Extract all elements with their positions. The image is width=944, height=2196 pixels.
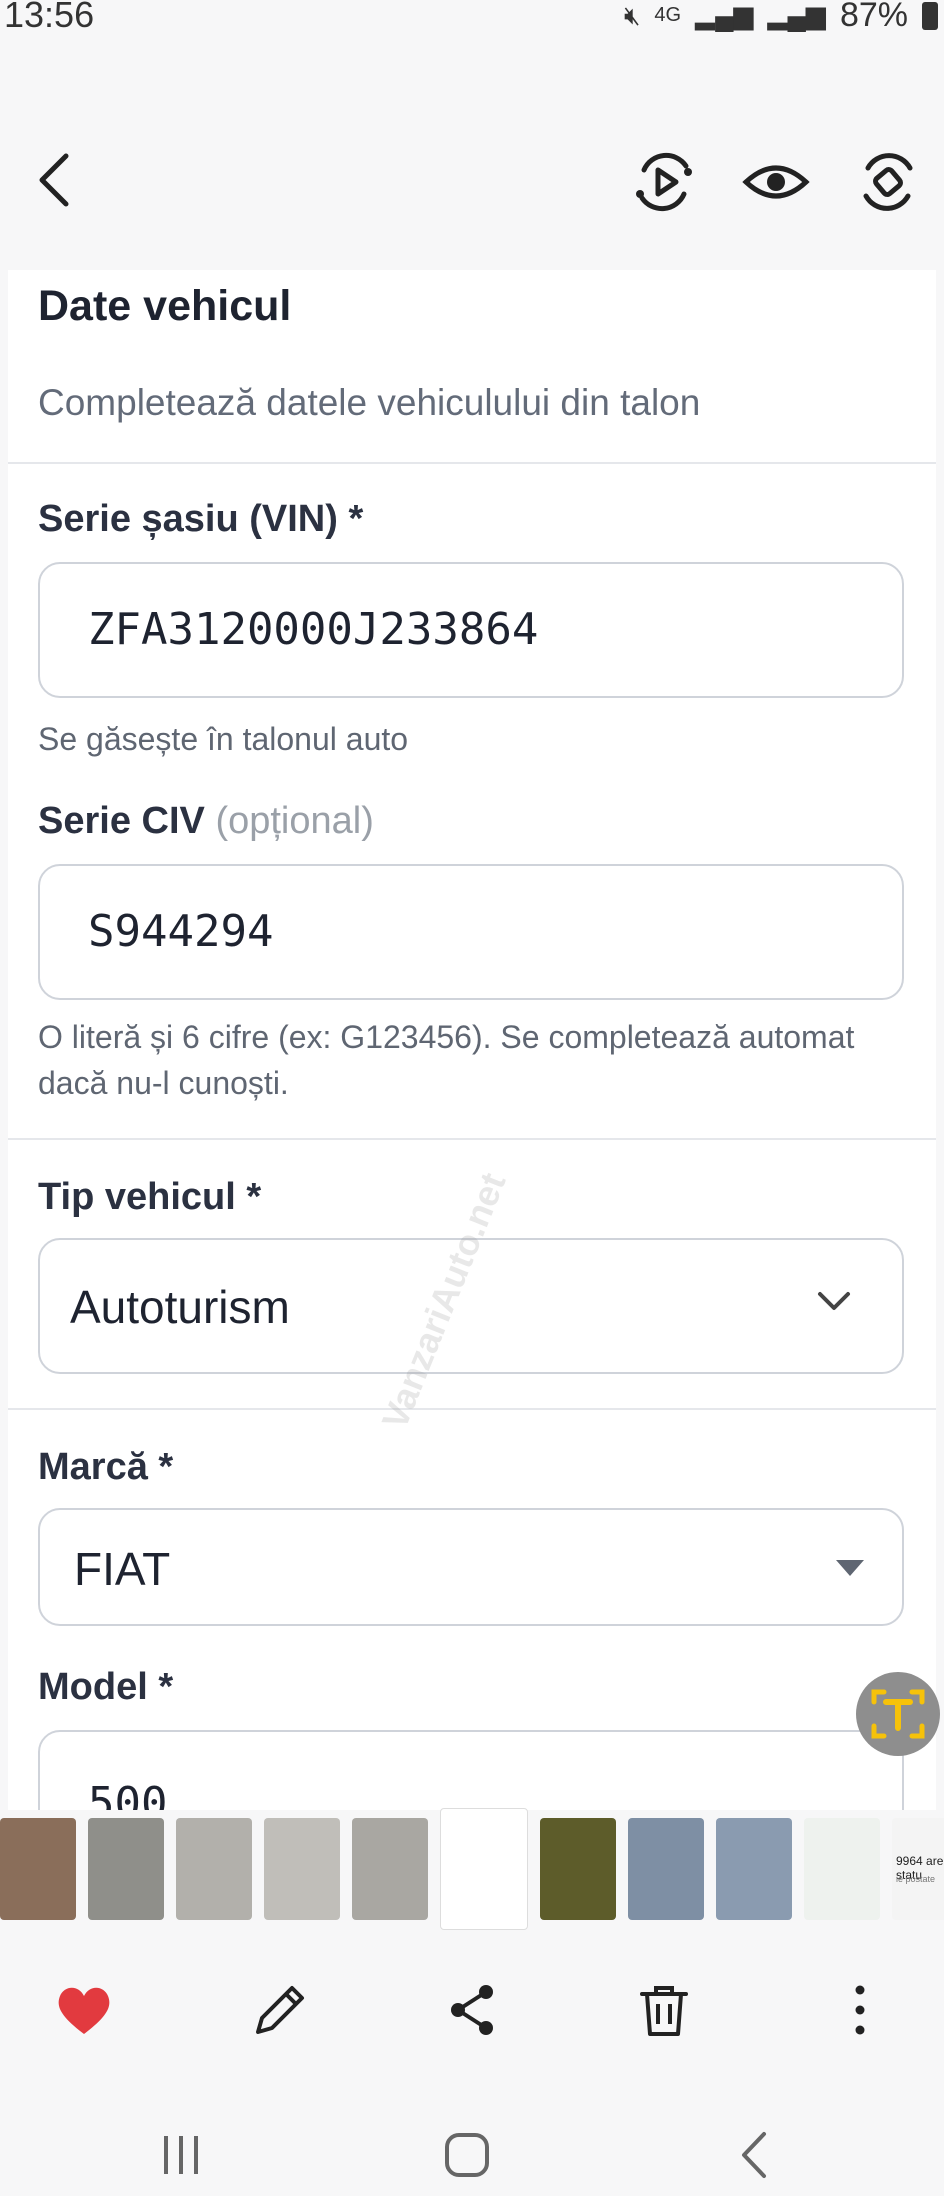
civ-label-text: Serie CIV [38,800,205,842]
vin-value: ZFA3120000J233864 [88,604,539,655]
gallery-thumbnail[interactable] [0,1818,76,1920]
civ-optional-tag: (opțional) [215,800,374,842]
gallery-thumbnail[interactable] [88,1818,164,1920]
back-button[interactable] [30,150,80,210]
delete-button[interactable] [632,1978,696,2042]
system-nav-bar [0,2130,944,2190]
civ-label: Serie CIV (opțional) [38,800,374,843]
battery-percent: 87% [839,0,908,34]
signal-roaming-icon: ▂▄▆ [767,0,826,30]
photo-action-bar [0,1978,944,2058]
divider [8,1138,936,1140]
view-button[interactable] [742,150,810,214]
share-icon [451,1985,493,2035]
model-value: 500 [88,1778,168,1810]
home-icon [445,2133,489,2177]
status-icons: 🔇︎ 4G ▂▄▆ ▂▄▆ 87% [624,0,938,35]
recent-apps-button[interactable] [156,2130,206,2185]
dropdown-arrow-icon [836,1560,864,1576]
edit-button[interactable] [248,1978,312,2042]
vehicle-type-label: Tip vehicul * [38,1176,262,1218]
favorite-button[interactable] [52,1978,116,2042]
viewer-top-bar [0,140,944,220]
motion-photo-button[interactable] [630,150,698,214]
recent-apps-icon [164,2136,198,2174]
heart-icon [58,1987,110,2034]
brand-value: FIAT [74,1543,171,1595]
divider [8,462,936,464]
model-label: Model * [38,1666,174,1708]
chevron-down-icon [818,1292,850,1310]
gallery-thumbnail[interactable] [716,1818,792,1920]
section-subtitle: Completează datele vehiculului din talon [38,382,701,423]
remaster-button[interactable] [854,150,922,214]
civ-hint: O literă și 6 cifre (ex: G123456). Se co… [38,1019,855,1101]
gallery-thumbnail[interactable] [628,1818,704,1920]
brand-select[interactable]: FIAT [38,1508,904,1626]
trash-icon [640,1986,688,2036]
more-vertical-icon [855,1985,865,2035]
civ-value: S944294 [88,906,274,957]
play-rotate-icon [636,152,692,212]
brand-label: Marcă * [38,1446,174,1488]
battery-icon [922,1,938,30]
model-input[interactable]: 500 [38,1730,904,1810]
gallery-thumbnail[interactable] [804,1818,880,1920]
system-back-button[interactable] [730,2130,780,2185]
gallery-thumbnail[interactable] [264,1818,340,1920]
back-chevron-icon [742,2132,766,2178]
status-time: 13:56 [4,0,95,35]
thumbnail-subtext: ie postate [896,1874,936,1884]
gallery-thumbnail[interactable] [176,1818,252,1920]
gallery-thumbnail[interactable] [440,1808,528,1930]
vin-input[interactable]: ZFA3120000J233864 [38,562,904,698]
rotate-tag-icon [863,153,913,211]
back-arrow-icon [39,153,69,207]
text-scan-icon [871,1689,925,1739]
vin-label: Serie șasiu (VIN) * [38,498,364,540]
pencil-icon [256,1986,304,2034]
vehicle-data-form: Date vehicul Completează datele vehiculu… [8,270,936,1810]
status-bar: 13:56 🔇︎ 4G ▂▄▆ ▂▄▆ 87% [0,0,944,40]
gallery-thumbnail[interactable] [352,1818,428,1920]
network-type-label: 4G [654,4,682,26]
more-options-button[interactable] [832,1978,896,2042]
home-button[interactable] [442,2130,492,2185]
signal-icon: ▂▄▆ [695,0,754,30]
section-title: Date vehicul [38,282,292,330]
vehicle-type-value: Autoturism [70,1281,290,1333]
vin-hint: Se găsește în talonul auto [38,721,409,757]
divider [8,1408,936,1410]
share-button[interactable] [440,1978,504,2042]
gallery-thumbnail[interactable] [540,1818,616,1920]
mute-icon: 🔇︎ [624,0,641,30]
text-recognition-button[interactable] [856,1672,940,1756]
gallery-thumbnail[interactable]: 9964 are statu ie postate [892,1818,944,1920]
eye-icon [742,165,810,199]
civ-input[interactable]: S944294 [38,864,904,1000]
gallery-thumbnail-strip[interactable]: 9964 are statu ie postate [0,1808,944,1930]
